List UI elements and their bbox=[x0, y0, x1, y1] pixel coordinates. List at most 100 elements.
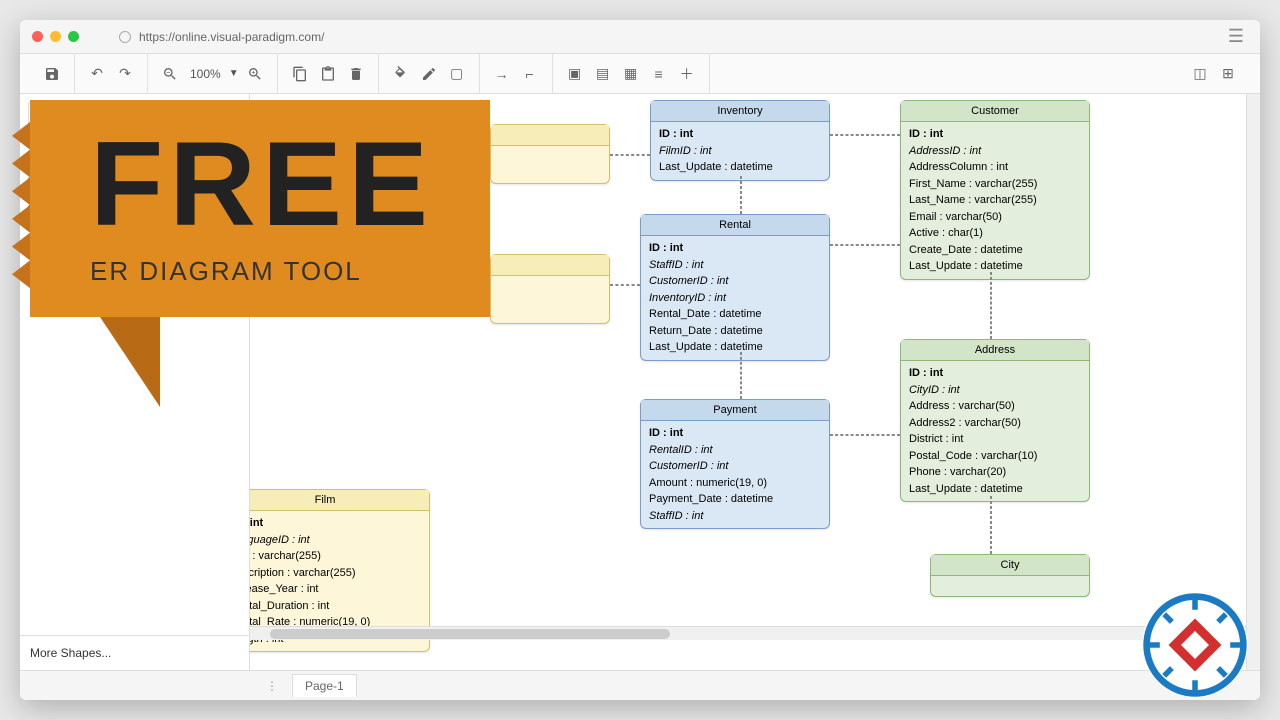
minimize-icon[interactable] bbox=[50, 31, 61, 42]
entity-address[interactable]: Address ID : intCityID : intAddress : va… bbox=[900, 339, 1090, 502]
entity-title: Customer bbox=[901, 101, 1089, 122]
promo-banner: FREE ER DIAGRAM TOOL bbox=[30, 100, 490, 407]
maximize-icon[interactable] bbox=[68, 31, 79, 42]
scrollbar-thumb[interactable] bbox=[270, 629, 670, 639]
toolbar: ↶ ↷ 100% ▼ ▢ → ⌐ ▣ ▤ ▦ ≡ ＋ bbox=[20, 54, 1260, 94]
entity-title: Rental bbox=[641, 215, 829, 236]
close-icon[interactable] bbox=[32, 31, 43, 42]
entity-field: ID : int bbox=[649, 425, 821, 442]
entity-field: Release_Year : int bbox=[250, 581, 421, 598]
entity-field: Email : varchar(50) bbox=[909, 209, 1081, 226]
entity-city[interactable]: City bbox=[930, 554, 1090, 597]
entity-field: InventoryID : int bbox=[649, 290, 821, 307]
tab-menu-icon[interactable]: ⋮ bbox=[260, 679, 284, 693]
entity-field: Address2 : varchar(50) bbox=[909, 415, 1081, 432]
banner-title: FREE bbox=[90, 130, 440, 238]
entity-inventory[interactable]: Inventory ID : intFilmID : intLast_Updat… bbox=[650, 100, 830, 181]
entity-field: Description : varchar(255) bbox=[250, 565, 421, 582]
banner-subtitle: ER DIAGRAM TOOL bbox=[90, 256, 440, 287]
entity-field: District : int bbox=[909, 431, 1081, 448]
entity-field: LanguageID : int bbox=[250, 532, 421, 549]
redo-button[interactable]: ↷ bbox=[113, 62, 137, 86]
entity-field: Rental_Duration : int bbox=[250, 598, 421, 615]
entity-field: Payment_Date : datetime bbox=[649, 491, 821, 508]
entity-title: Inventory bbox=[651, 101, 829, 122]
zoom-in-button[interactable] bbox=[243, 62, 267, 86]
copy-button[interactable] bbox=[288, 62, 312, 86]
hamburger-menu-icon[interactable]: ☰ bbox=[1224, 26, 1248, 47]
entity-field: Last_Update : datetime bbox=[659, 159, 821, 176]
entity-payment[interactable]: Payment ID : intRentalID : intCustomerID… bbox=[640, 399, 830, 529]
entity-rental[interactable]: Rental ID : intStaffID : intCustomerID :… bbox=[640, 214, 830, 361]
entity-title: City bbox=[931, 555, 1089, 576]
tab-strip: ⋮ Page-1 bbox=[20, 670, 1260, 700]
line-color-button[interactable] bbox=[417, 62, 441, 86]
entity-field: AddressID : int bbox=[909, 143, 1081, 160]
connector-style-button[interactable]: → bbox=[490, 62, 514, 86]
connector[interactable] bbox=[610, 154, 650, 156]
entity-field: RentalID : int bbox=[649, 442, 821, 459]
entity-field: Create_Date : datetime bbox=[909, 242, 1081, 259]
save-button[interactable] bbox=[40, 62, 64, 86]
zoom-out-button[interactable] bbox=[158, 62, 182, 86]
entity-title: Address bbox=[901, 340, 1089, 361]
visual-paradigm-logo-icon bbox=[1140, 590, 1250, 700]
connector[interactable] bbox=[830, 244, 900, 246]
align-button[interactable]: ▦ bbox=[619, 62, 643, 86]
delete-button[interactable] bbox=[344, 62, 368, 86]
site-info-icon bbox=[119, 31, 131, 43]
entity-field: ID : int bbox=[909, 365, 1081, 382]
to-back-button[interactable]: ▤ bbox=[591, 62, 615, 86]
distribute-button[interactable]: ≡ bbox=[647, 62, 671, 86]
connector[interactable] bbox=[740, 176, 742, 214]
entity-field: Active : char(1) bbox=[909, 225, 1081, 242]
entity-field: StaffID : int bbox=[649, 257, 821, 274]
outline-toggle-button[interactable]: ◫ bbox=[1188, 62, 1212, 86]
connector[interactable] bbox=[740, 352, 742, 399]
entity-field: CustomerID : int bbox=[649, 458, 821, 475]
shadow-button[interactable]: ▢ bbox=[445, 62, 469, 86]
connector[interactable] bbox=[830, 434, 900, 436]
entity-field: Amount : numeric(19, 0) bbox=[649, 475, 821, 492]
entity-partial[interactable] bbox=[490, 124, 610, 184]
url-text: https://online.visual-paradigm.com/ bbox=[139, 30, 324, 44]
entity-title: Payment bbox=[641, 400, 829, 421]
connector[interactable] bbox=[610, 284, 640, 286]
entity-field: ID : int bbox=[250, 515, 421, 532]
add-button[interactable]: ＋ bbox=[675, 62, 699, 86]
to-front-button[interactable]: ▣ bbox=[563, 62, 587, 86]
entity-field: AddressColumn : int bbox=[909, 159, 1081, 176]
zoom-level[interactable]: 100% bbox=[186, 67, 225, 81]
vertical-scrollbar[interactable] bbox=[1246, 94, 1260, 670]
titlebar: https://online.visual-paradigm.com/ ☰ bbox=[20, 20, 1260, 54]
entity-partial[interactable] bbox=[490, 254, 610, 324]
entity-field: Last_Update : datetime bbox=[909, 258, 1081, 275]
waypoint-button[interactable]: ⌐ bbox=[518, 62, 542, 86]
entity-field: Last_Update : datetime bbox=[909, 481, 1081, 498]
entity-customer[interactable]: Customer ID : intAddressID : intAddressC… bbox=[900, 100, 1090, 280]
fill-color-button[interactable] bbox=[389, 62, 413, 86]
entity-field: Last_Name : varchar(255) bbox=[909, 192, 1081, 209]
entity-field: ID : int bbox=[649, 240, 821, 257]
entity-field: Last_Update : datetime bbox=[649, 339, 821, 356]
format-panel-button[interactable]: ⊞ bbox=[1216, 62, 1240, 86]
entity-field: Phone : varchar(20) bbox=[909, 464, 1081, 481]
connector[interactable] bbox=[990, 272, 992, 339]
connector[interactable] bbox=[830, 134, 900, 136]
entity-field: Return_Date : datetime bbox=[649, 323, 821, 340]
chevron-down-icon[interactable]: ▼ bbox=[229, 68, 239, 79]
entity-field: CustomerID : int bbox=[649, 273, 821, 290]
more-shapes-link[interactable]: More Shapes... bbox=[20, 635, 249, 670]
connector[interactable] bbox=[990, 496, 992, 554]
entity-field: Title : varchar(255) bbox=[250, 548, 421, 565]
horizontal-scrollbar[interactable] bbox=[250, 626, 1246, 640]
page-tab[interactable]: Page-1 bbox=[292, 674, 357, 697]
window-controls bbox=[32, 31, 79, 42]
paste-button[interactable] bbox=[316, 62, 340, 86]
entity-field: Postal_Code : varchar(10) bbox=[909, 448, 1081, 465]
undo-button[interactable]: ↶ bbox=[85, 62, 109, 86]
address-bar[interactable]: https://online.visual-paradigm.com/ bbox=[89, 30, 1214, 44]
entity-field: First_Name : varchar(255) bbox=[909, 176, 1081, 193]
entity-field: Address : varchar(50) bbox=[909, 398, 1081, 415]
entity-title: Film bbox=[250, 490, 429, 511]
